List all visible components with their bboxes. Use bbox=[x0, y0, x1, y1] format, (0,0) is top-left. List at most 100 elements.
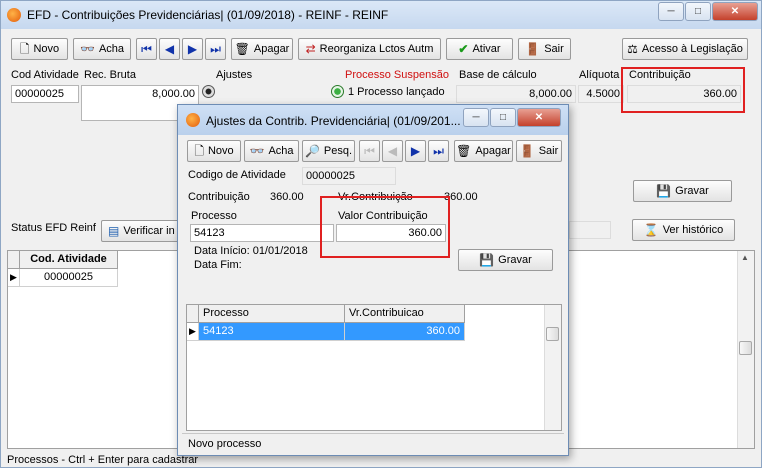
window-title: EFD - Contribuições Previdenciárias| (01… bbox=[27, 8, 389, 22]
dialog-statusbar: Novo processo bbox=[182, 433, 564, 453]
processo-lancado-text: 1 Processo lançado bbox=[348, 86, 445, 98]
dialog-last-button[interactable]: ⏭ bbox=[428, 140, 449, 162]
close-button[interactable]: ✕ bbox=[712, 2, 758, 21]
prev-record-button[interactable]: ◀ bbox=[159, 38, 180, 60]
main-titlebar: EFD - Contribuições Previdenciárias| (01… bbox=[1, 1, 761, 29]
grid-header-processo[interactable]: Processo bbox=[199, 305, 345, 323]
dialog-titlebar: Ajustes da Contrib. Previdenciária| (01/… bbox=[178, 105, 568, 135]
rec-bruta-label: Rec. Bruta bbox=[84, 69, 136, 81]
dialog-prev-button[interactable]: ◀ bbox=[382, 140, 403, 162]
history-icon: ⌛ bbox=[643, 223, 659, 237]
grid-indicator-header bbox=[8, 251, 20, 269]
novo-button[interactable]: 🗋 Novo bbox=[11, 38, 68, 60]
data-inicio-text: Data Início: 01/01/2018 bbox=[194, 245, 308, 257]
save-icon: 💾 bbox=[479, 253, 495, 267]
dialog-status-text: Novo processo bbox=[188, 438, 262, 450]
last-record-button[interactable]: ⏭ bbox=[205, 38, 226, 60]
processo-field[interactable]: 54123 bbox=[190, 224, 334, 242]
status-efd-field bbox=[569, 221, 611, 239]
dialog-apagar-button[interactable]: 🗑 Apagar bbox=[454, 140, 513, 162]
dialog-acha-button[interactable]: 👓 Acha bbox=[244, 140, 299, 162]
dialog-first-button[interactable]: ⏮ bbox=[359, 140, 380, 162]
reorganiza-button[interactable]: ⇄ Reorganiza Lctos Autm bbox=[298, 38, 441, 60]
minimize-button[interactable]: ─ bbox=[658, 2, 684, 21]
cod-atividade-field[interactable]: 00000025 bbox=[11, 85, 79, 103]
processo-label: Processo bbox=[191, 210, 237, 222]
dialog-next-button[interactable]: ▶ bbox=[405, 140, 426, 162]
exit-door-icon: 🚪 bbox=[525, 42, 541, 56]
app-logo-icon bbox=[7, 8, 21, 22]
scroll-thumb[interactable] bbox=[739, 341, 752, 355]
search-list-icon: 🔎 bbox=[304, 144, 320, 158]
dialog-logo-icon bbox=[186, 113, 200, 127]
status-efd-label: Status EFD Reinf bbox=[11, 222, 96, 234]
main-gravar-button[interactable]: 💾 Gravar bbox=[633, 180, 732, 202]
aliquota-field: 4.5000 bbox=[578, 85, 624, 103]
main-grid-scrollbar[interactable]: ▲ bbox=[737, 251, 754, 448]
dialog-row-processo[interactable]: 54123 bbox=[199, 323, 345, 341]
acha-button[interactable]: 👓 Acha bbox=[73, 38, 131, 60]
save-icon: 💾 bbox=[656, 184, 672, 198]
dialog-grid[interactable]: Processo Vr.Contribuicao ▶ 54123 360.00 bbox=[186, 304, 562, 431]
dialog-maximize-button[interactable]: □ bbox=[490, 108, 516, 127]
trash-icon: 🗑 bbox=[456, 144, 472, 158]
dialog-contribuicao-label: Contribuição bbox=[188, 191, 250, 203]
first-record-button[interactable]: ⏮ bbox=[136, 38, 157, 60]
new-document-icon: 🗋 bbox=[194, 144, 204, 158]
codigo-atividade-label: Codigo de Atividade bbox=[188, 169, 286, 181]
ativar-button[interactable]: ✔ Ativar bbox=[446, 38, 513, 60]
sair-button[interactable]: 🚪 Sair bbox=[518, 38, 571, 60]
data-fim-text: Data Fim: bbox=[194, 259, 242, 271]
verificar-button[interactable]: ▤ Verificar in bbox=[101, 220, 181, 242]
dialog-close-button[interactable]: ✕ bbox=[517, 108, 561, 127]
dialog-grid-indicator-header bbox=[187, 305, 199, 323]
ajustes-label: Ajustes bbox=[216, 69, 253, 81]
verify-icon: ▤ bbox=[108, 224, 120, 238]
first-icon: ⏮ bbox=[141, 42, 152, 56]
reorganize-icon: ⇄ bbox=[305, 42, 316, 56]
apagar-button[interactable]: 🗑 Apagar bbox=[231, 38, 293, 60]
ver-historico-button[interactable]: ⌛ Ver histórico bbox=[632, 219, 735, 241]
maximize-button[interactable]: □ bbox=[685, 2, 711, 21]
main-statusbar: Processos - Ctrl + Enter para cadastrar bbox=[7, 454, 199, 466]
base-calculo-field: 8,000.00 bbox=[456, 85, 576, 103]
aliquota-label: Alíquota bbox=[579, 69, 620, 81]
codigo-atividade-field: 00000025 bbox=[302, 167, 396, 185]
trash-icon: 🗑 bbox=[234, 42, 250, 56]
dialog-contribuicao-value: 360.00 bbox=[270, 191, 304, 203]
row-pointer-icon: ▶ bbox=[8, 269, 20, 287]
dialog-title: Ajustes da Contrib. Previdenciária| (01/… bbox=[206, 114, 461, 128]
dialog-novo-button[interactable]: 🗋 Novo bbox=[187, 140, 241, 162]
dialog-minimize-button[interactable]: ─ bbox=[463, 108, 489, 127]
dialog-row-pointer-icon: ▶ bbox=[187, 323, 199, 341]
grid-header-vr-contribuicao[interactable]: Vr.Contribuicao bbox=[345, 305, 465, 323]
ajustes-dialog: Ajustes da Contrib. Previdenciária| (01/… bbox=[177, 104, 569, 456]
last-icon: ⏭ bbox=[433, 144, 444, 158]
dialog-pesq-button[interactable]: 🔎 Pesq. bbox=[302, 140, 355, 162]
next-record-button[interactable]: ▶ bbox=[182, 38, 203, 60]
next-icon: ▶ bbox=[187, 42, 198, 56]
exit-door-icon: 🚪 bbox=[519, 144, 535, 158]
grid-header-cod-atividade[interactable]: Cod. Atividade bbox=[20, 251, 118, 269]
base-calculo-label: Base de cálculo bbox=[459, 69, 537, 81]
acesso-legislacao-button[interactable]: ⚖ Acesso à Legislação bbox=[622, 38, 748, 60]
first-icon: ⏮ bbox=[364, 144, 375, 158]
scales-icon: ⚖ bbox=[627, 42, 638, 56]
dialog-sair-button[interactable]: 🚪 Sair bbox=[516, 140, 562, 162]
cod-atividade-label: Cod Atividade bbox=[11, 69, 79, 81]
scroll-up-icon[interactable]: ▲ bbox=[741, 253, 749, 262]
last-icon: ⏭ bbox=[210, 42, 221, 56]
dialog-grid-scrollbar[interactable] bbox=[544, 305, 561, 430]
contribuicao-highlight bbox=[621, 67, 745, 113]
binoculars-icon: 👓 bbox=[79, 42, 95, 56]
dialog-scroll-thumb[interactable] bbox=[546, 327, 559, 341]
checkmark-icon: ✔ bbox=[458, 42, 469, 56]
new-document-icon: 🗋 bbox=[19, 42, 30, 56]
processo-suspensao-label: Processo Suspensão bbox=[345, 69, 449, 81]
binoculars-icon: 👓 bbox=[249, 144, 265, 158]
grid-row-cod-atividade[interactable]: 00000025 bbox=[20, 269, 118, 287]
dialog-gravar-button[interactable]: 💾 Gravar bbox=[458, 249, 553, 271]
ajustes-radio-icon[interactable] bbox=[202, 85, 215, 98]
dialog-row-vr-contribuicao[interactable]: 360.00 bbox=[345, 323, 465, 341]
processo-status-icon bbox=[331, 85, 344, 98]
